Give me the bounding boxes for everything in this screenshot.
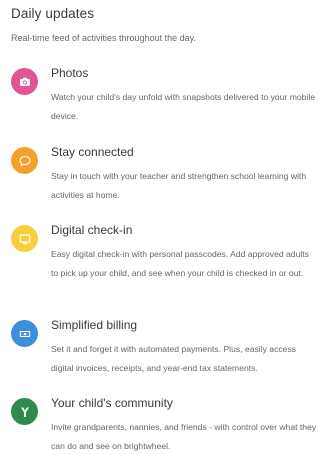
feature-description: Invite grandparents, nannies, and friend…	[51, 422, 317, 451]
feature-description: Easy digital check-in with personal pass…	[51, 249, 309, 278]
tablet-icon	[11, 225, 38, 252]
chat-bubble-icon	[11, 147, 38, 174]
camera-icon	[11, 68, 38, 95]
feature-title: Photos	[51, 66, 89, 80]
feature-title: Your child's community	[51, 396, 173, 410]
tree-icon	[11, 398, 38, 425]
money-icon	[11, 320, 38, 347]
feature-title: Simplified billing	[51, 318, 138, 332]
feature-title: Digital check-in	[51, 223, 133, 237]
daily-updates-section: Daily updates Real-time feed of activiti…	[0, 0, 317, 451]
feature-description: Set it and forget it with automated paym…	[51, 344, 297, 373]
feature-title: Stay connected	[51, 145, 134, 159]
feature-description: Watch your child's day unfold with snaps…	[51, 92, 316, 121]
feature-description: Stay in touch with your teacher and stre…	[51, 171, 307, 200]
page-title: Daily updates	[11, 6, 95, 21]
page-subtitle: Real-time feed of activities throughout …	[11, 33, 196, 43]
